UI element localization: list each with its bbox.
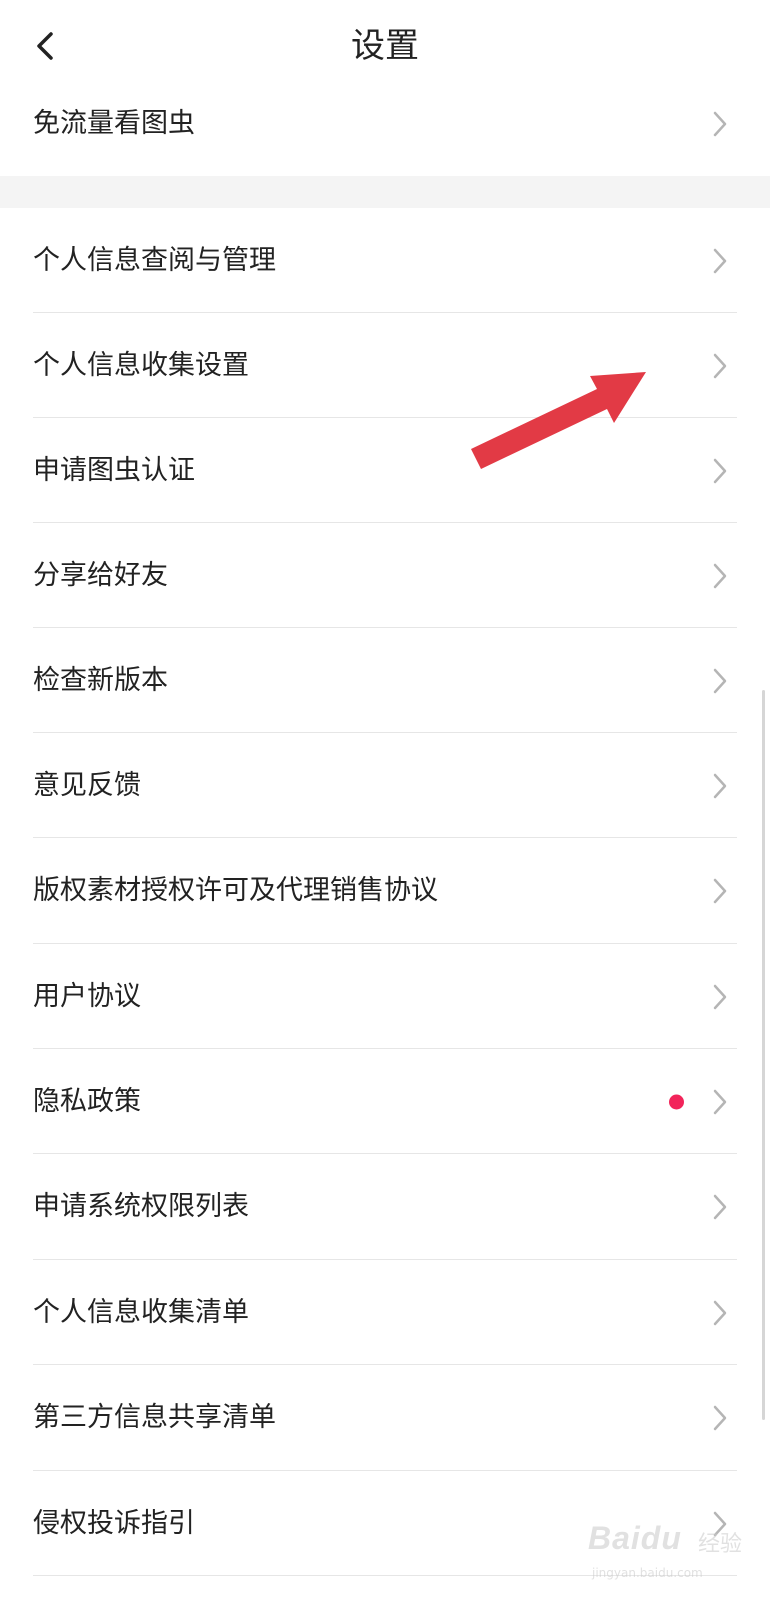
settings-item-label: 分享给好友 [33, 559, 168, 591]
settings-item-label: 检查新版本 [33, 664, 168, 696]
chevron-right-icon [713, 1194, 727, 1220]
settings-item-label: 隐私政策 [33, 1085, 141, 1117]
settings-item-label: 申请系统权限列表 [33, 1191, 249, 1222]
settings-item-third-party-sharing[interactable]: 第三方信息共享清单 [0, 1365, 770, 1471]
watermark-text: 经验 [698, 1532, 743, 1557]
settings-item-free-data[interactable]: 免流量看图虫 [0, 72, 770, 176]
settings-item-label: 用户协议 [33, 980, 141, 1012]
red-dot-badge [669, 1094, 684, 1109]
chevron-right-icon [713, 111, 727, 137]
section-gap [0, 176, 770, 208]
chevron-right-icon [713, 248, 727, 273]
settings-item-check-update[interactable]: 检查新版本 [0, 628, 770, 733]
settings-item-label: 个人信息收集清单 [33, 1296, 249, 1328]
chevron-right-icon [713, 458, 727, 483]
settings-item-personal-info-list[interactable]: 个人信息收集清单 [0, 1260, 770, 1365]
settings-item-personal-info-collection-settings[interactable]: 个人信息收集设置 [0, 313, 770, 418]
settings-item-label: 免流量看图虫 [33, 108, 195, 139]
chevron-right-icon [713, 878, 727, 904]
settings-item-label: 第三方信息共享清单 [33, 1402, 276, 1433]
chevron-right-icon [713, 353, 727, 378]
settings-item-label: 个人信息查阅与管理 [33, 244, 276, 276]
settings-item-user-agreement[interactable]: 用户协议 [0, 944, 770, 1049]
baidu-watermark: Baidu 经验 jingyan.baidu.com [588, 1508, 768, 1588]
chevron-right-icon [713, 1089, 727, 1114]
chevron-right-icon [713, 668, 727, 693]
chevron-right-icon [713, 773, 727, 798]
settings-item-label: 版权素材授权许可及代理销售协议 [33, 875, 438, 906]
settings-item-system-permissions[interactable]: 申请系统权限列表 [0, 1154, 770, 1260]
page-title: 设置 [351, 26, 419, 66]
settings-item-feedback[interactable]: 意见反馈 [0, 733, 770, 838]
settings-item-privacy-policy[interactable]: 隐私政策 [0, 1049, 770, 1154]
settings-item-share-friends[interactable]: 分享给好友 [0, 523, 770, 628]
watermark-brand: Baidu [588, 1520, 682, 1556]
scrollbar[interactable] [762, 690, 765, 1420]
settings-item-label: 个人信息收集设置 [33, 349, 249, 381]
chevron-right-icon [713, 984, 727, 1009]
chevron-right-icon [713, 1405, 727, 1431]
settings-item-personal-info-management[interactable]: 个人信息查阅与管理 [0, 208, 770, 313]
settings-item-label: 侵权投诉指引 [33, 1507, 195, 1539]
settings-item-label: 意见反馈 [33, 769, 141, 801]
chevron-right-icon [713, 1300, 727, 1325]
watermark-url: jingyan.baidu.com [592, 1566, 703, 1580]
chevron-right-icon [713, 563, 727, 588]
settings-item-apply-verification[interactable]: 申请图虫认证 [0, 418, 770, 523]
settings-item-label: 申请图虫认证 [33, 454, 195, 486]
settings-item-copyright-agreement[interactable]: 版权素材授权许可及代理销售协议 [0, 838, 770, 944]
